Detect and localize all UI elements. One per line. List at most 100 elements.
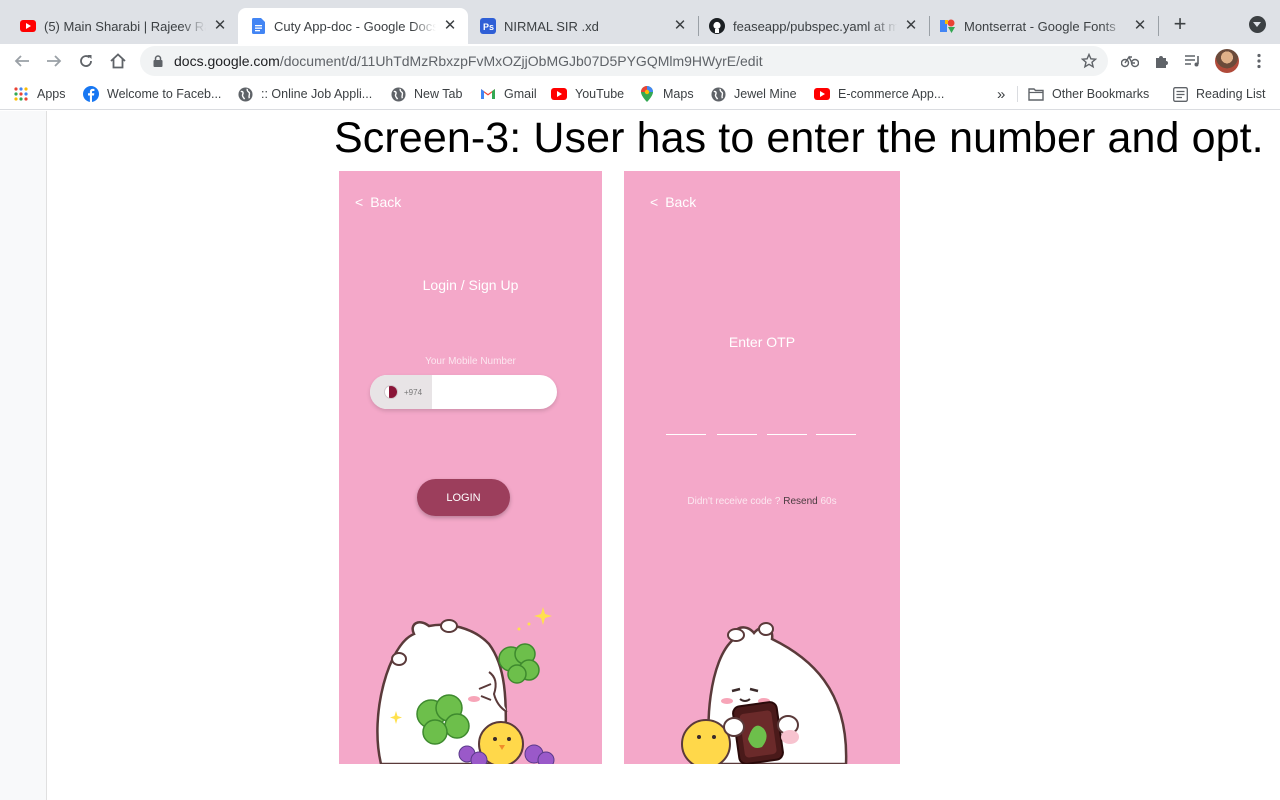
tab-google-docs[interactable]: Cuty App-doc - Google Docs ✕ bbox=[238, 8, 468, 44]
close-icon[interactable]: ✕ bbox=[442, 18, 458, 34]
facebook-icon bbox=[83, 86, 99, 102]
back-button[interactable] bbox=[10, 49, 34, 73]
bookmark-label: Maps bbox=[663, 87, 694, 101]
bookmark-new-tab[interactable]: New Tab bbox=[390, 85, 462, 103]
chevron-left-icon: < bbox=[355, 194, 364, 210]
home-button[interactable] bbox=[106, 49, 130, 73]
maps-icon bbox=[639, 86, 655, 102]
forward-button[interactable] bbox=[42, 49, 66, 73]
bookmark-online-job[interactable]: :: Online Job Appli... bbox=[237, 85, 372, 103]
close-icon[interactable]: ✕ bbox=[672, 18, 688, 34]
otp-digit-4 bbox=[816, 434, 856, 435]
tab-google-fonts[interactable]: Montserrat - Google Fonts ✕ bbox=[930, 8, 1158, 44]
bookmark-label: Welcome to Faceb... bbox=[107, 87, 222, 101]
bookmark-label: Reading List bbox=[1196, 87, 1266, 101]
tab-title: feaseapp/pubspec.yaml at ma bbox=[733, 18, 897, 34]
bear-with-phone-illustration bbox=[681, 622, 848, 764]
new-tab-button[interactable]: + bbox=[1168, 13, 1192, 37]
resend-prefix: Didn't receive code ? bbox=[687, 496, 781, 507]
close-icon[interactable]: ✕ bbox=[1132, 18, 1148, 34]
doc-heading: Screen-3: User has to enter the number a… bbox=[334, 114, 1264, 162]
country-code-selector: +974 bbox=[370, 375, 432, 409]
bookmark-youtube[interactable]: YouTube bbox=[551, 85, 624, 103]
globe-icon bbox=[710, 86, 726, 102]
otp-digit-1 bbox=[666, 434, 706, 435]
bookmark-label: New Tab bbox=[414, 87, 463, 101]
globe-icon bbox=[237, 86, 253, 102]
url-domain: docs.google.com bbox=[174, 53, 280, 69]
bookmark-label: Other Bookmarks bbox=[1052, 87, 1150, 101]
svg-text:Ps: Ps bbox=[483, 22, 494, 32]
reload-icon bbox=[80, 55, 92, 67]
arrow-right-icon bbox=[47, 55, 62, 67]
bookmark-gmail[interactable]: Gmail bbox=[480, 85, 537, 103]
arrow-left-icon bbox=[14, 55, 29, 67]
bookmark-ecommerce[interactable]: E-commerce App... bbox=[814, 85, 944, 103]
tab-title: Cuty App-doc - Google Docs bbox=[274, 18, 436, 34]
extensions-puzzle-icon[interactable] bbox=[1152, 51, 1172, 71]
back-label: Back bbox=[370, 194, 402, 210]
bookmark-jewel-mine[interactable]: Jewel Mine bbox=[710, 85, 797, 103]
lock-icon bbox=[153, 55, 163, 67]
otp-digit-2 bbox=[717, 434, 757, 435]
mobile-number-label: Your Mobile Number bbox=[425, 356, 516, 367]
tab-title: Montserrat - Google Fonts bbox=[964, 18, 1116, 34]
tab-xd[interactable]: Ps NIRMAL SIR .xd ✕ bbox=[468, 8, 698, 44]
tab-youtube[interactable]: (5) Main Sharabi | Rajeev Raja ✕ bbox=[0, 8, 238, 44]
close-icon[interactable]: ✕ bbox=[903, 18, 919, 34]
bookmark-label: YouTube bbox=[575, 87, 625, 101]
bookmarks-overflow-button[interactable]: » bbox=[997, 85, 1005, 103]
bookmark-label: Apps bbox=[37, 87, 66, 101]
home-icon bbox=[110, 53, 126, 69]
bookmark-facebook[interactable]: Welcome to Faceb... bbox=[83, 85, 221, 103]
tab-title: NIRMAL SIR .xd bbox=[504, 18, 599, 34]
tab-title: (5) Main Sharabi | Rajeev Raja bbox=[44, 18, 206, 34]
media-control-icon[interactable] bbox=[1183, 51, 1203, 71]
bookmarks-divider bbox=[1017, 86, 1018, 102]
otp-title: Enter OTP bbox=[728, 334, 796, 350]
url-path: /document/d/11UhTdMzRbxzpFvMxOZjjObMGJb0… bbox=[279, 53, 763, 69]
chevron-left-icon: < bbox=[650, 194, 659, 210]
back-label: Back bbox=[665, 194, 697, 210]
browser-toolbar: docs.google.com/document/d/11UhTdMzRbxzp… bbox=[0, 44, 1280, 78]
broccoli-shape bbox=[498, 643, 540, 684]
bookmark-apps[interactable]: Apps bbox=[13, 85, 66, 103]
youtube-icon bbox=[551, 86, 567, 102]
profile-avatar[interactable] bbox=[1215, 49, 1239, 73]
country-code: +974 bbox=[404, 387, 423, 397]
close-icon[interactable]: ✕ bbox=[212, 18, 228, 34]
extension-bike-icon[interactable] bbox=[1120, 51, 1140, 71]
tab-strip: (5) Main Sharabi | Rajeev Raja ✕ Cuty Ap… bbox=[0, 0, 1280, 44]
other-bookmarks-button[interactable]: Other Bookmarks bbox=[1028, 85, 1149, 103]
bookmark-star-icon[interactable] bbox=[1081, 53, 1097, 69]
bookmarks-bar: Apps Welcome to Faceb... :: Online Job A… bbox=[0, 78, 1280, 110]
youtube-icon bbox=[814, 86, 830, 102]
chrome-menu-icon[interactable] bbox=[1249, 51, 1269, 71]
resend-link: Resend bbox=[783, 496, 818, 507]
back-link: < Back bbox=[355, 194, 401, 210]
bear-mascot-illustration bbox=[376, 607, 555, 764]
reading-list-icon bbox=[1172, 86, 1188, 102]
reading-list-button[interactable]: Reading List bbox=[1172, 85, 1266, 103]
login-button: LOGIN bbox=[417, 479, 510, 516]
folder-icon bbox=[1028, 86, 1044, 102]
qatar-flag-icon bbox=[384, 385, 398, 399]
back-link: < Back bbox=[650, 194, 696, 210]
reload-button[interactable] bbox=[74, 49, 98, 73]
login-screen-mockup: < Back Login / Sign Up Your Mobile Numbe… bbox=[339, 171, 602, 764]
bookmark-label: :: Online Job Appli... bbox=[261, 87, 373, 101]
gmail-icon bbox=[480, 86, 496, 102]
tab-search-icon[interactable] bbox=[1249, 16, 1266, 33]
otp-digit-3 bbox=[767, 434, 807, 435]
tab-github[interactable]: feaseapp/pubspec.yaml at ma ✕ bbox=[699, 8, 929, 44]
bookmark-label: E-commerce App... bbox=[838, 87, 945, 101]
bookmark-maps[interactable]: Maps bbox=[639, 85, 694, 103]
photoshop-icon: Ps bbox=[480, 18, 496, 34]
bookmark-label: Gmail bbox=[504, 87, 537, 101]
youtube-icon bbox=[20, 18, 36, 34]
address-bar[interactable]: docs.google.com/document/d/11UhTdMzRbxzp… bbox=[140, 46, 1108, 76]
login-title: Login / Sign Up bbox=[422, 277, 519, 293]
github-icon bbox=[709, 18, 725, 34]
bookmark-label: Jewel Mine bbox=[734, 87, 797, 101]
globe-icon bbox=[390, 86, 406, 102]
